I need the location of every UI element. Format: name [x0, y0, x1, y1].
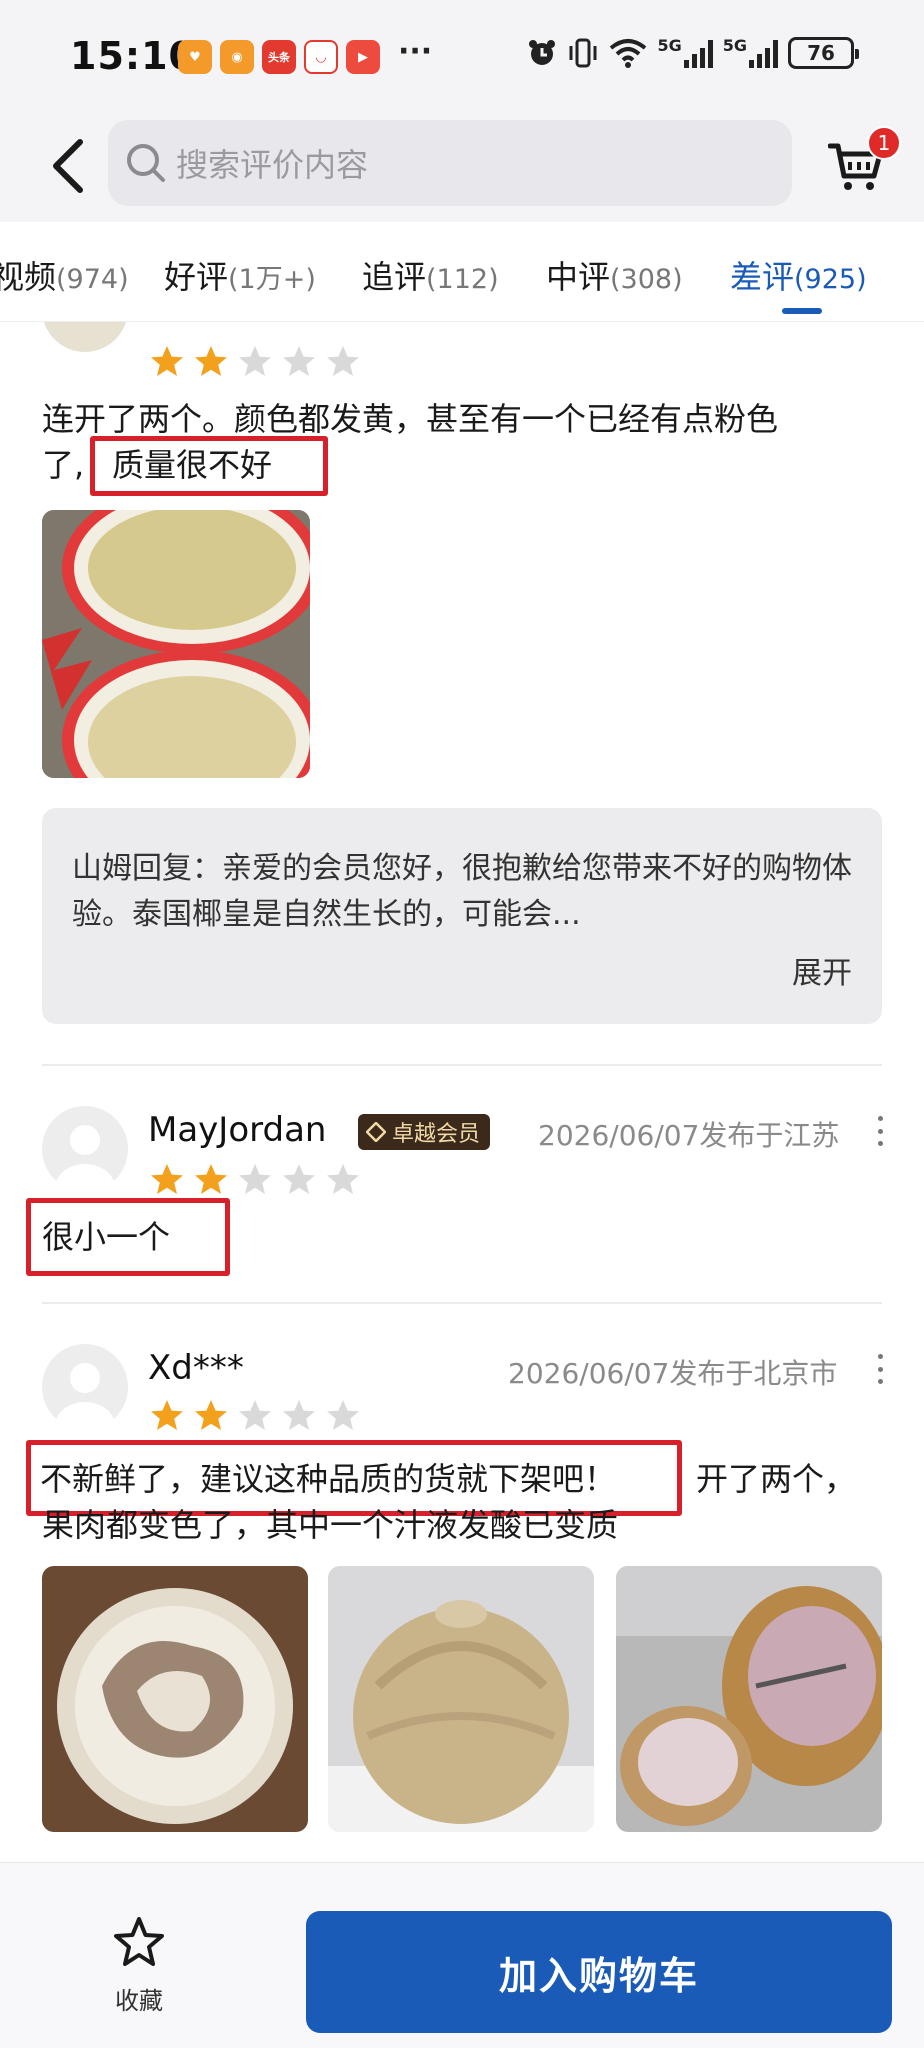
reply-text: 山姆回复：亲爱的会员您好，很抱歉给您带来不好的购物体验。泰国椰皇是自然生长的，可… [72, 851, 852, 932]
tab-positive[interactable]: 好评(1万+) [164, 252, 316, 298]
avatar[interactable] [42, 322, 128, 352]
review-meta: 2026/06/07发布于北京市 [508, 1357, 838, 1390]
tab-video[interactable]: 视频(974) [0, 252, 129, 298]
star-rating [150, 1398, 360, 1432]
review-text-line-2: 果肉都变色了，其中一个汁液发酸已变质 [42, 1506, 619, 1544]
search-input[interactable]: 搜索评价内容 [108, 120, 792, 206]
username[interactable]: Xd*** [148, 1348, 244, 1388]
add-to-cart-button[interactable]: 加入购物车 [306, 1911, 892, 2033]
star-filled-icon [151, 346, 183, 376]
favorite-label: 收藏 [115, 1987, 163, 2015]
tea-cups-photo [42, 510, 310, 778]
star-filled-icon [195, 346, 227, 376]
system-icons: 5G 5G 76 [527, 36, 859, 70]
merchant-reply: 山姆回复：亲爱的会员您好，很抱歉给您带来不好的购物体验。泰国椰皇是自然生长的，可… [42, 808, 882, 1024]
default-avatar-icon [55, 1125, 115, 1192]
star-filled-icon [195, 1164, 227, 1194]
review-tabs: 视频(974) 好评(1万+) 追评(112) 中评(308) 差评(925) [0, 222, 924, 322]
tab-neutral[interactable]: 中评(308) [546, 252, 683, 298]
chevron-left-icon [53, 139, 83, 193]
status-bar: 15:10 ♥ ◉ 头条 ◡ ▶ ··· 5G 5G 76 [0, 0, 924, 112]
notification-icons: ♥ ◉ 头条 ◡ ▶ [178, 40, 380, 74]
star-rating [150, 1162, 360, 1196]
avatar[interactable] [42, 1344, 128, 1430]
bottom-action-bar: 收藏 加入购物车 [0, 1862, 924, 2048]
battery-icon: 76 [788, 37, 859, 69]
highlight-box [90, 436, 328, 496]
star-empty-icon [283, 1164, 315, 1194]
star-empty-icon [239, 1400, 271, 1430]
star-empty-icon [327, 1400, 359, 1430]
header: 搜索评价内容 1 [0, 112, 924, 222]
review-image[interactable] [328, 1566, 594, 1832]
star-empty-icon [283, 1400, 315, 1430]
username[interactable]: MayJordan [148, 1110, 326, 1150]
wifi-icon [609, 36, 647, 70]
search-icon [127, 144, 165, 182]
search-placeholder: 搜索评价内容 [176, 146, 369, 184]
star-filled-icon [195, 1400, 227, 1430]
star-empty-icon [327, 346, 359, 376]
review-text-prefix: 了, [42, 446, 85, 484]
star-filled-icon [151, 1164, 183, 1194]
coconut-photo-3 [616, 1566, 882, 1832]
star-empty-icon [239, 346, 271, 376]
member-badge: 卓越会员 [358, 1114, 491, 1150]
star-empty-icon [239, 1164, 271, 1194]
active-tab-indicator [782, 308, 822, 314]
default-avatar-icon [55, 1363, 115, 1430]
more-options-button[interactable] [876, 1354, 884, 1384]
coconut-photo-2 [328, 1566, 594, 1832]
review-meta: 2026/06/07发布于江苏 [538, 1119, 840, 1152]
divider [42, 1302, 882, 1304]
review-image[interactable] [616, 1566, 882, 1832]
vibrate-icon [567, 36, 599, 70]
review-text-tail: 开了两个， [696, 1460, 857, 1498]
coconut-photo-1 [42, 1566, 308, 1832]
more-options-button[interactable] [876, 1116, 884, 1146]
review-list[interactable]: 连开了两个。颜色都发黄，甚至有一个已经有点粉色 了, 质量很不好 山姆回复：亲爱… [0, 322, 924, 1862]
tab-followup[interactable]: 追评(112) [362, 252, 499, 298]
alarm-icon [527, 36, 557, 70]
cart-count-badge: 1 [867, 126, 901, 160]
star-outline-icon [114, 1917, 164, 1966]
heart-app-icon: ♥ [178, 40, 212, 74]
star-empty-icon [283, 346, 315, 376]
star-rating [150, 344, 360, 378]
cup-app-icon: ◡ [304, 40, 338, 74]
review-image[interactable] [42, 510, 310, 778]
review-image[interactable] [42, 1566, 308, 1832]
gift-app-icon: ◉ [220, 40, 254, 74]
tab-negative[interactable]: 差评(925) [730, 252, 867, 298]
video-app-icon: ▶ [346, 40, 380, 74]
diamond-icon [366, 1122, 386, 1142]
favorite-button[interactable]: 收藏 [104, 1915, 174, 2016]
signal-1-icon: 5G [657, 36, 713, 70]
expand-reply-button[interactable]: 展开 [792, 948, 852, 992]
star-filled-icon [151, 1400, 183, 1430]
back-button[interactable] [44, 136, 94, 196]
divider [42, 1064, 882, 1066]
avatar[interactable] [42, 1106, 128, 1192]
highlight-box [26, 1198, 230, 1276]
star-empty-icon [327, 1164, 359, 1194]
news-app-icon: 头条 [262, 40, 296, 74]
signal-2-icon: 5G [723, 36, 778, 70]
more-notifications-icon: ··· [398, 34, 433, 69]
